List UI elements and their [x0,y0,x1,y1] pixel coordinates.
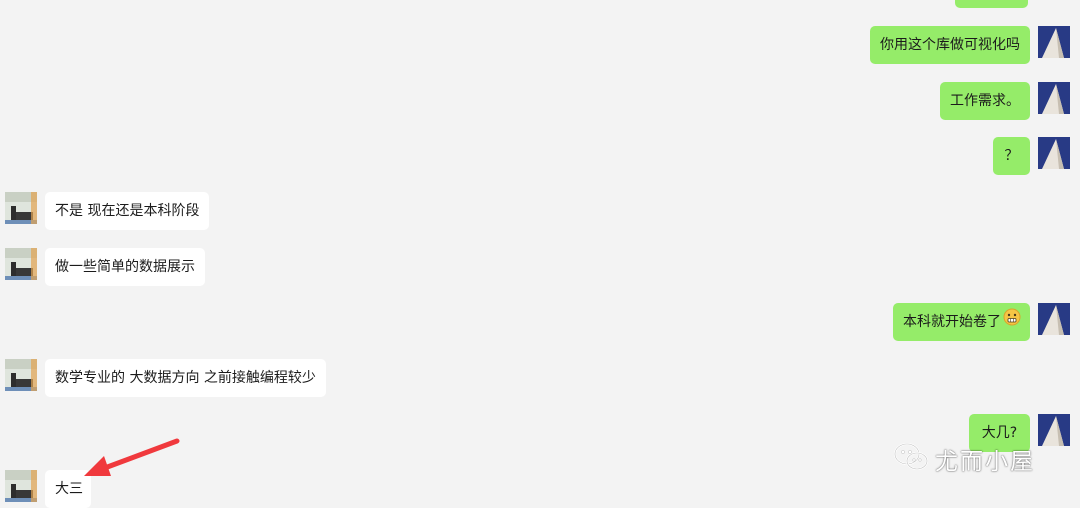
contact-avatar[interactable] [5,192,37,224]
my-avatar[interactable] [1038,414,1070,446]
message-bubble-mine[interactable] [955,0,1028,8]
message-bubble-mine[interactable]: 你用这个库做可视化吗 [870,26,1030,64]
contact-avatar[interactable] [5,248,37,280]
my-avatar[interactable] [1038,137,1070,169]
message-text: 本科就开始卷了 [903,314,1001,330]
watermark: 尤而小屋 [893,441,1035,477]
message-bubble-contact[interactable]: 数学专业的 大数据方向 之前接触编程较少 [45,359,326,397]
message-bubble-contact[interactable]: 不是 现在还是本科阶段 [45,192,209,230]
message-text: 大几? [981,425,1018,441]
watermark-text: 尤而小屋 [935,449,1035,475]
my-avatar[interactable] [1038,26,1070,58]
wechat-icon [893,442,929,476]
message-text: 工作需求。 [950,93,1020,109]
message-bubble-mine[interactable]: 工作需求。 [940,82,1030,120]
message-bubble-mine[interactable]: ？ [993,137,1030,175]
message-text: 你用这个库做可视化吗 [880,37,1020,53]
message-text: 数学专业的 大数据方向 之前接触编程较少 [55,370,316,386]
message-text: 大三 [55,481,83,497]
message-bubble-mine[interactable]: 本科就开始卷了 [893,303,1030,341]
message-text: ？ [1004,148,1019,164]
contact-avatar[interactable] [5,359,37,391]
message-text: 不是 现在还是本科阶段 [55,203,200,219]
grimace-emoji-icon [1003,303,1021,341]
message-bubble-contact[interactable]: 做一些简单的数据展示 [45,248,205,286]
my-avatar[interactable] [1038,303,1070,335]
red-arrow-icon [84,438,180,476]
message-text: 做一些简单的数据展示 [55,259,195,275]
contact-avatar[interactable] [5,470,37,502]
my-avatar[interactable] [1038,82,1070,114]
